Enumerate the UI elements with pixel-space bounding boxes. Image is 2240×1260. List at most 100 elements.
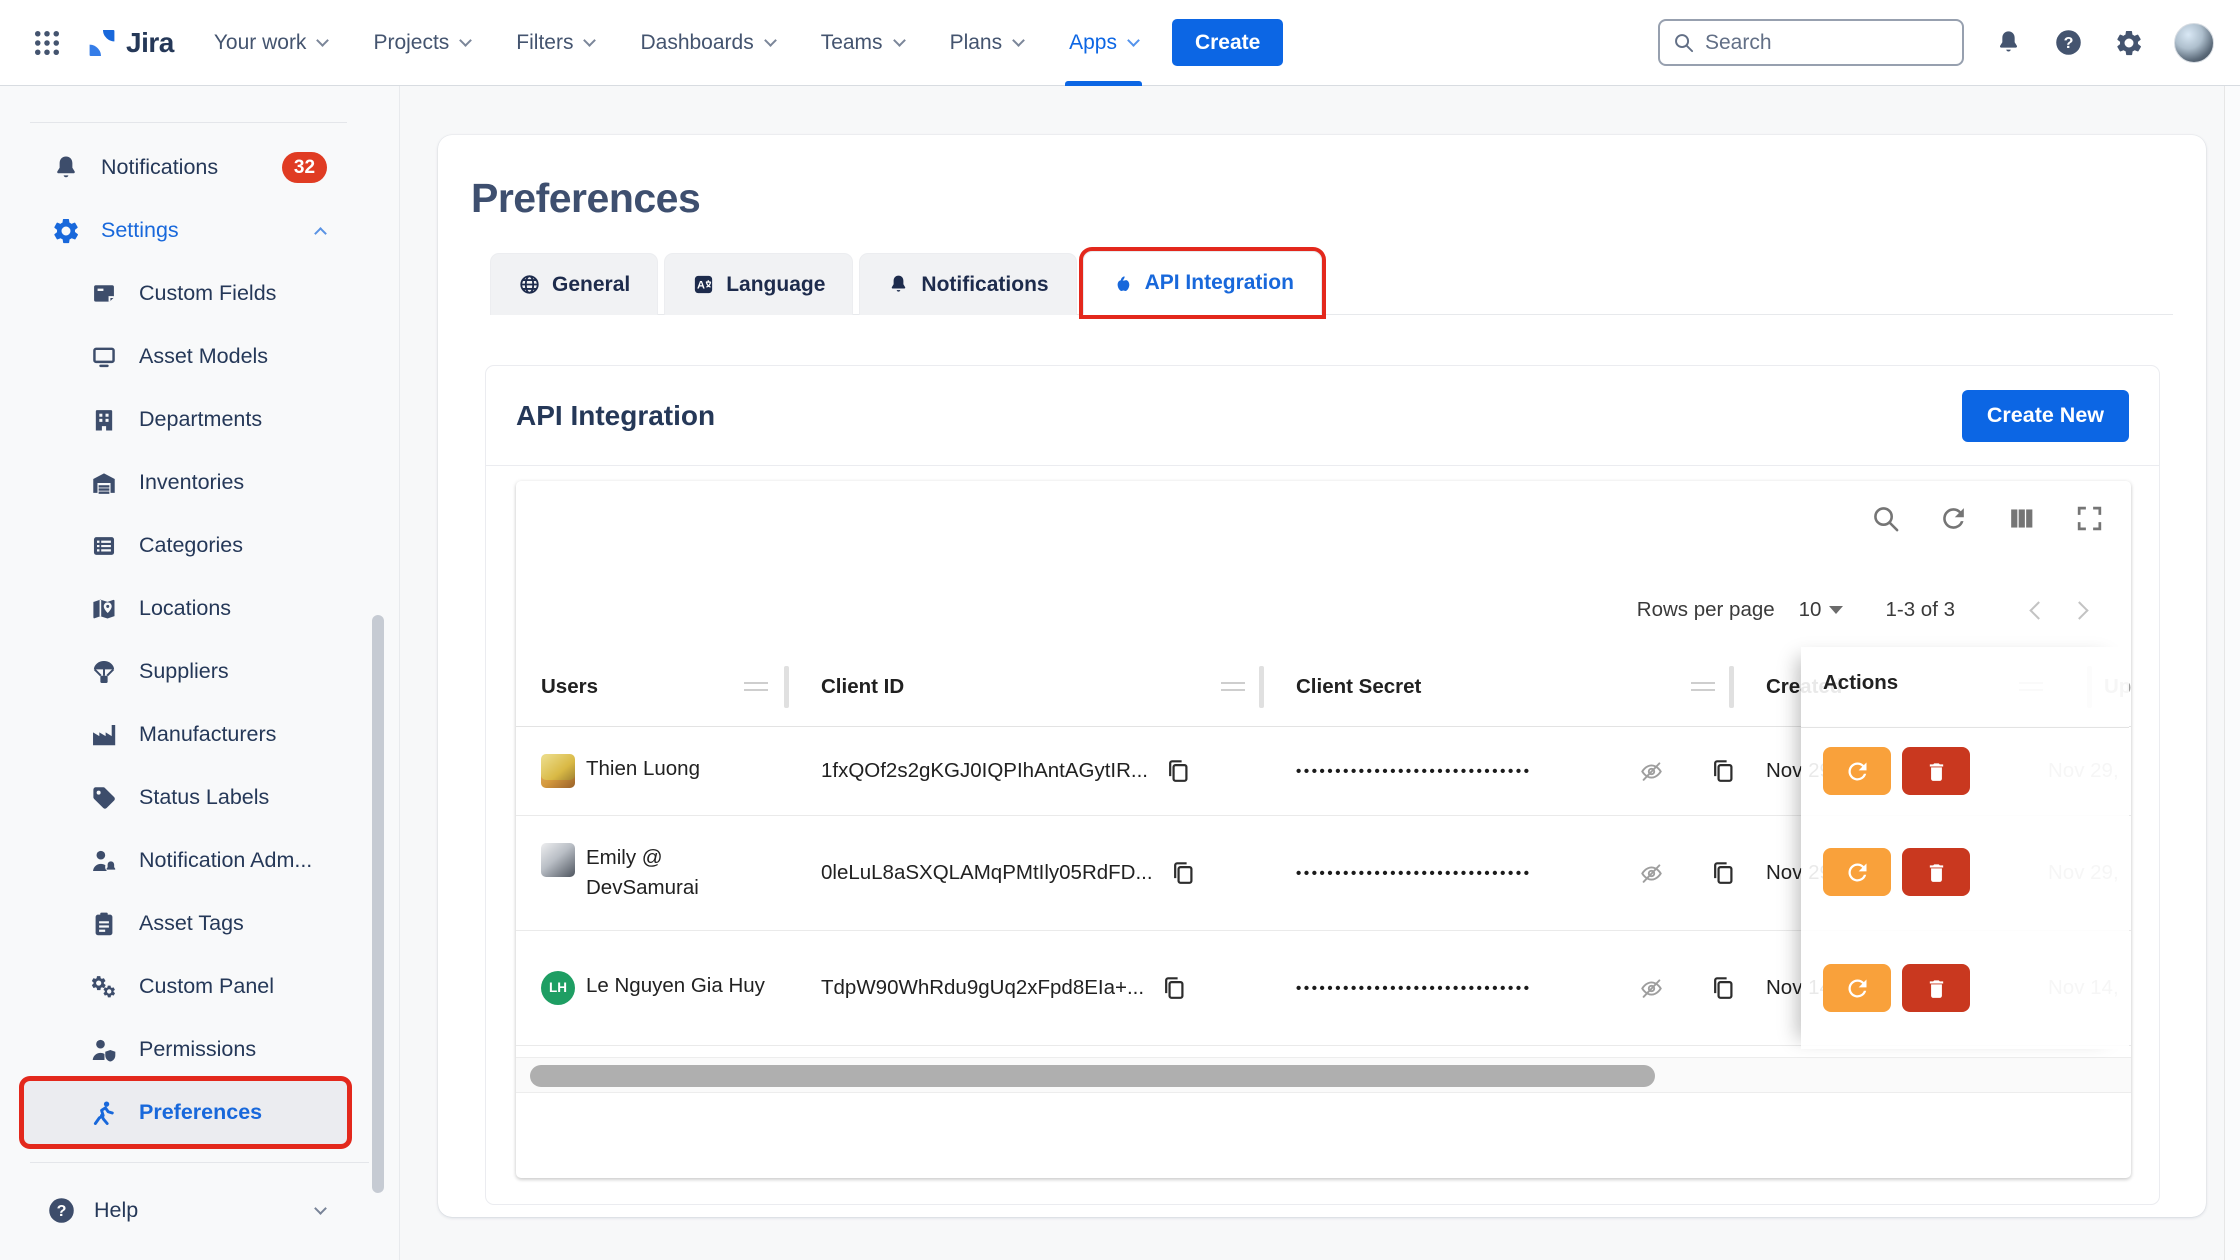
preferences-tabs: GeneralALanguageNotificationsAPI Integra…	[490, 249, 2173, 315]
trash-icon	[1924, 976, 1949, 1001]
sidebar-item-suppliers[interactable]: Suppliers	[0, 640, 399, 703]
search-input[interactable]	[1705, 31, 1950, 55]
tab-notifications[interactable]: Notifications	[859, 253, 1076, 315]
clipboard-icon	[88, 910, 120, 938]
column-resize-handle[interactable]	[1691, 682, 1715, 691]
cell-client-id: 1fxQOf2s2gKGJ0IQPIhAntAGytIR...	[821, 727, 1281, 815]
column-resize-handle[interactable]	[744, 682, 768, 691]
nav-item-your-work[interactable]: Your work	[214, 0, 328, 86]
nav-item-teams[interactable]: Teams	[821, 0, 904, 86]
sidebar: Notifications32SettingsCustom FieldsAsse…	[0, 86, 400, 1260]
sidebar-item-asset-tags[interactable]: Asset Tags	[0, 892, 399, 955]
sidebar-item-asset-models[interactable]: Asset Models	[0, 325, 399, 388]
chevron-right-icon	[2070, 601, 2088, 619]
horizontal-scrollbar-thumb[interactable]	[530, 1065, 1655, 1087]
building-icon	[88, 406, 120, 434]
create-new-button[interactable]: Create New	[1962, 390, 2129, 442]
global-search[interactable]	[1658, 19, 1964, 66]
actions-pinned-column: Actions	[1801, 647, 2129, 1049]
nav-item-dashboards[interactable]: Dashboards	[640, 0, 774, 86]
sidebar-item-permissions[interactable]: Permissions	[0, 1018, 399, 1081]
tab-api-integration[interactable]: API Integration	[1083, 251, 1322, 315]
sidebar-help-label: Help	[94, 1198, 138, 1223]
sidebar-item-settings[interactable]: Settings	[0, 199, 399, 262]
nav-item-projects[interactable]: Projects	[373, 0, 470, 86]
sidebar-item-help[interactable]: ? Help	[0, 1179, 399, 1242]
chevron-down-icon	[764, 34, 777, 47]
reveal-secret-eye-icon[interactable]	[1638, 860, 1665, 887]
sidebar-item-custom-panel[interactable]: Custom Panel	[0, 955, 399, 1018]
regenerate-key-button[interactable]	[1823, 848, 1891, 896]
apple-icon	[1111, 272, 1134, 295]
trash-icon	[1924, 759, 1949, 784]
search-icon[interactable]	[1870, 503, 1901, 534]
user-name: Emily @ DevSamurai	[586, 846, 699, 899]
app-switcher-icon[interactable]	[26, 22, 68, 64]
user-avatar[interactable]	[2174, 23, 2214, 63]
jira-logo-text: Jira	[126, 27, 174, 59]
cell-user: LHLe Nguyen Gia Huy	[541, 931, 767, 1045]
api-integration-section: API Integration Create New Rows per page…	[485, 365, 2160, 1205]
sidebar-item-locations[interactable]: Locations	[0, 577, 399, 640]
user-name: Thien Luong	[586, 757, 700, 780]
client-secret-mask: ••••••••••••••••••••••••••••••	[1296, 865, 1636, 882]
create-button[interactable]: Create	[1172, 19, 1283, 66]
delete-key-button[interactable]	[1902, 964, 1970, 1012]
sidebar-item-manufacturers[interactable]: Manufacturers	[0, 703, 399, 766]
sidebar-item-label: Locations	[139, 596, 231, 621]
regenerate-key-button[interactable]	[1823, 964, 1891, 1012]
cell-client-secret: ••••••••••••••••••••••••••••••	[1296, 727, 1761, 815]
nav-item-apps[interactable]: Apps	[1069, 0, 1138, 86]
row-actions	[1823, 848, 1970, 896]
tab-language[interactable]: ALanguage	[664, 253, 853, 315]
copy-client-secret-icon[interactable]	[1709, 859, 1737, 887]
next-page-button[interactable]	[2059, 587, 2105, 633]
column-divider	[1259, 666, 1264, 708]
sidebar-item-categories[interactable]: Categories	[0, 514, 399, 577]
preferences-page-card: Preferences GeneralALanguageNotification…	[438, 135, 2206, 1217]
warehouse-icon	[88, 469, 120, 497]
settings-gear-icon[interactable]	[2114, 28, 2144, 58]
sidebar-item-notification-adm[interactable]: Notification Adm...	[0, 829, 399, 892]
nav-item-filters[interactable]: Filters	[516, 0, 594, 86]
active-tab-underline	[1065, 81, 1142, 86]
reveal-secret-eye-icon[interactable]	[1638, 758, 1665, 785]
sidebar-item-notifications[interactable]: Notifications32	[0, 136, 399, 199]
sidebar-item-custom-fields[interactable]: Custom Fields	[0, 262, 399, 325]
sidebar-item-status-labels[interactable]: Status Labels	[0, 766, 399, 829]
reveal-secret-eye-icon[interactable]	[1638, 975, 1665, 1002]
copy-client-secret-icon[interactable]	[1709, 974, 1737, 1002]
jira-logo[interactable]: Jira	[86, 27, 174, 59]
regenerate-key-button[interactable]	[1823, 747, 1891, 795]
column-resize-handle[interactable]	[1221, 682, 1245, 691]
cell-client-secret: ••••••••••••••••••••••••••••••	[1296, 931, 1761, 1045]
help-icon[interactable]: ?	[2053, 27, 2084, 58]
previous-page-button[interactable]	[2013, 587, 2059, 633]
topbar-right-cluster: ?	[1658, 19, 2214, 66]
fullscreen-icon[interactable]	[2074, 503, 2105, 534]
sidebar-item-departments[interactable]: Departments	[0, 388, 399, 451]
gear-icon	[50, 216, 82, 246]
api-table-card: Rows per page 10 1-3 of 3 UsersClient ID…	[516, 481, 2131, 1178]
sidebar-scrollbar[interactable]	[372, 615, 384, 1193]
page-scrollbar[interactable]	[2224, 86, 2240, 1260]
gears-icon	[88, 973, 120, 1001]
sidebar-item-inventories[interactable]: Inventories	[0, 451, 399, 514]
notifications-bell-icon[interactable]	[1994, 28, 2023, 57]
refresh-icon[interactable]	[1938, 503, 1969, 534]
section-header: API Integration Create New	[486, 366, 2159, 466]
nav-item-label: Filters	[516, 31, 573, 55]
copy-client-id-icon[interactable]	[1169, 859, 1197, 887]
tab-general[interactable]: General	[490, 253, 658, 315]
nav-item-plans[interactable]: Plans	[950, 0, 1024, 86]
sidebar-item-preferences[interactable]: Preferences	[24, 1081, 347, 1144]
rows-per-page-select[interactable]: 10	[1799, 598, 1844, 622]
nav-item-label: Plans	[950, 31, 1003, 55]
rows-per-page-value: 10	[1799, 598, 1822, 622]
copy-client-id-icon[interactable]	[1160, 974, 1188, 1002]
delete-key-button[interactable]	[1902, 848, 1970, 896]
copy-client-secret-icon[interactable]	[1709, 757, 1737, 785]
copy-client-id-icon[interactable]	[1164, 757, 1192, 785]
view-columns-icon[interactable]	[2006, 503, 2037, 534]
delete-key-button[interactable]	[1902, 747, 1970, 795]
